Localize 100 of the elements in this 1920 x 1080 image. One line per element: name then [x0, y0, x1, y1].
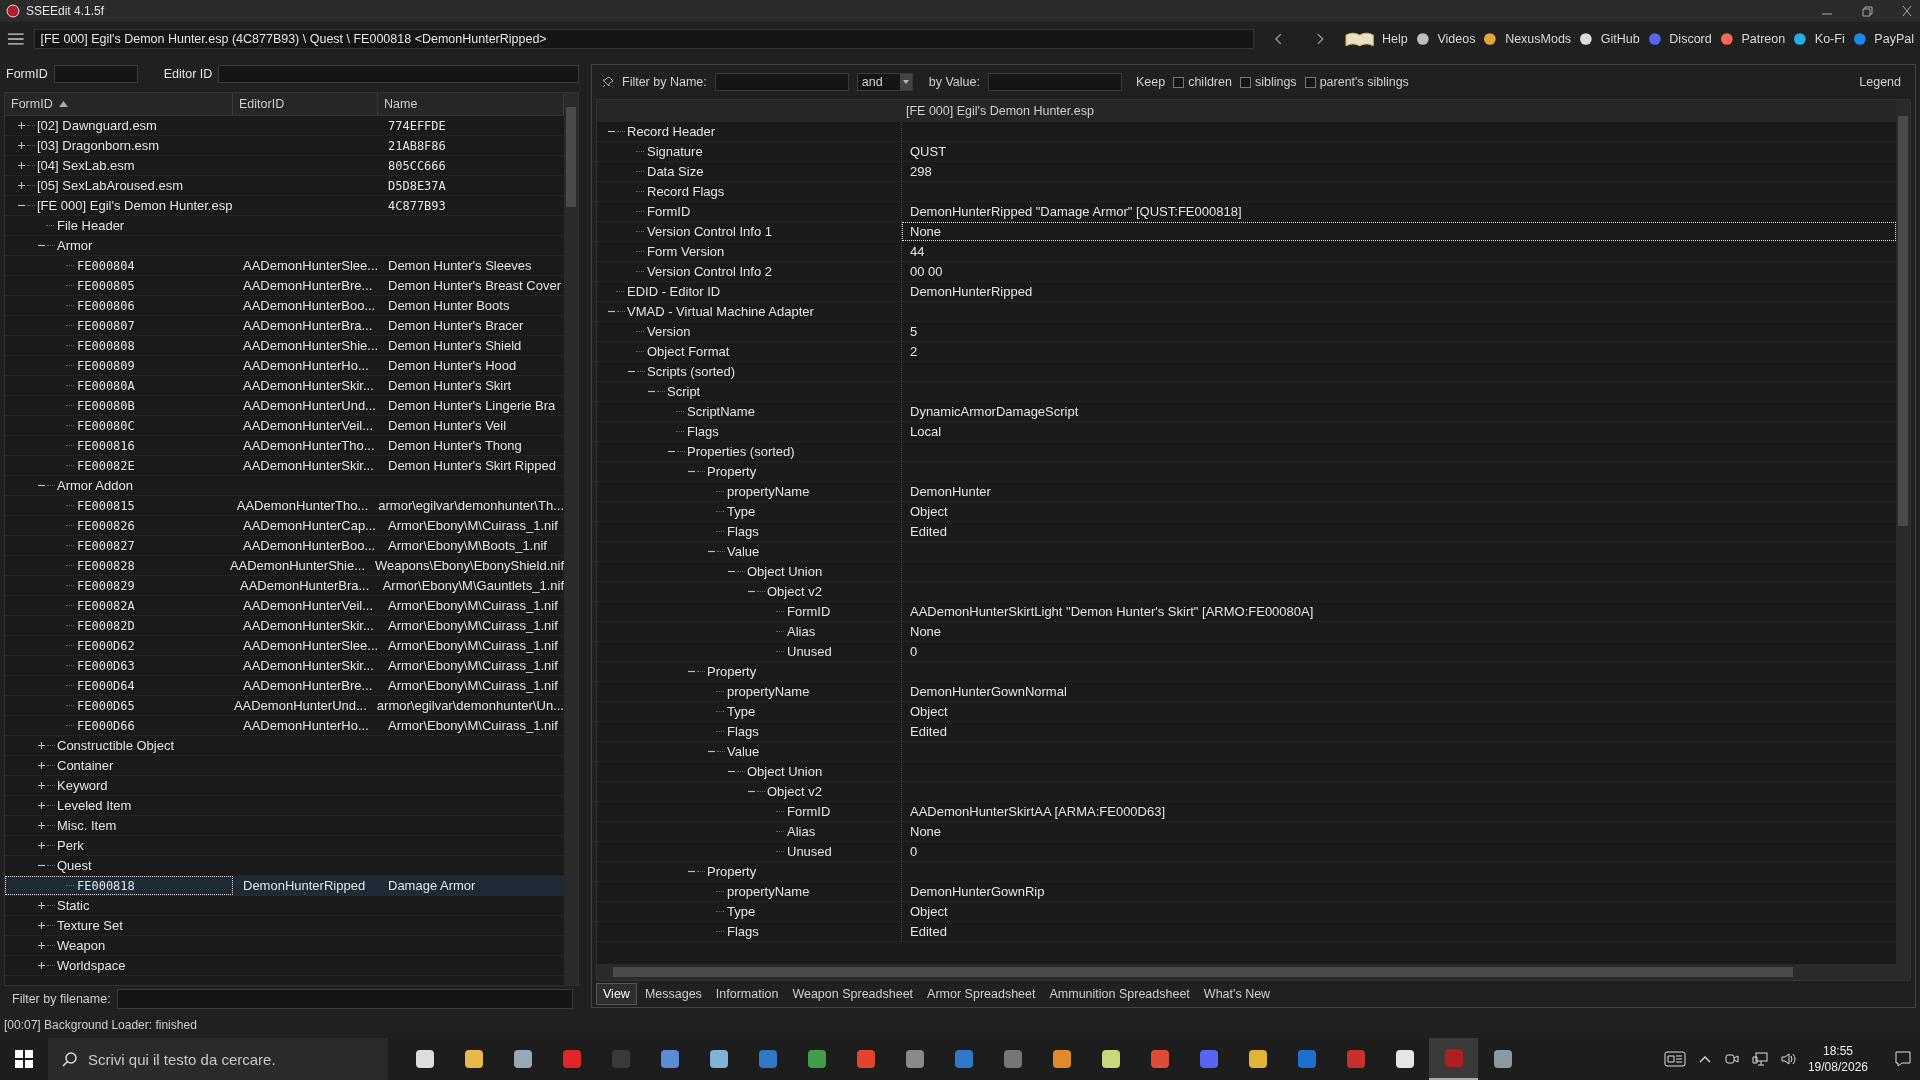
- plus-icon[interactable]: [37, 821, 46, 830]
- tree-row[interactable]: FE000806 AADemonHunterBoo... Demon Hunter Boots: [5, 296, 564, 316]
- tree-row[interactable]: Form Version 44: [597, 242, 1896, 262]
- tree-row[interactable]: FE00082A AADemonHunterVeil... Armor\Ebony\M\Cuirass_1.nif: [5, 596, 564, 616]
- tree-row[interactable]: Record Flags: [597, 182, 1896, 202]
- tree-row[interactable]: Constructible Object: [5, 736, 564, 756]
- filename-filter-field[interactable]: [116, 989, 573, 1009]
- network-icon[interactable]: [1751, 1051, 1768, 1067]
- chevron-up-icon[interactable]: [1697, 1054, 1712, 1064]
- plus-icon[interactable]: [37, 921, 46, 930]
- tree-row[interactable]: VMAD - Virtual Machine Adapter: [597, 302, 1896, 322]
- tree-row[interactable]: File Header: [5, 216, 564, 236]
- tree-row[interactable]: Record Header: [597, 122, 1896, 142]
- toolbar-link[interactable]: Help: [1382, 32, 1408, 46]
- tree-row[interactable]: [05] SexLabAroused.esm D5D8E37A: [5, 176, 564, 196]
- plus-icon[interactable]: [37, 961, 46, 970]
- tree-row[interactable]: Leveled Item: [5, 796, 564, 816]
- scrollbar[interactable]: [1896, 100, 1910, 964]
- plus-icon[interactable]: [37, 801, 46, 810]
- toolbar-link[interactable]: Ko-Fi: [1814, 32, 1845, 46]
- tree-row[interactable]: Properties (sorted): [597, 442, 1896, 462]
- scrollbar[interactable]: [564, 93, 578, 985]
- menu-icon[interactable]: [6, 31, 26, 47]
- column-header[interactable]: FormID: [5, 93, 233, 115]
- editor-id-field[interactable]: [218, 65, 579, 83]
- tab[interactable]: Information: [709, 984, 785, 1004]
- tree-row[interactable]: Perk: [5, 836, 564, 856]
- tree-row[interactable]: propertyName DemonHunter: [597, 482, 1896, 502]
- tree-row[interactable]: Signature QUST: [597, 142, 1896, 162]
- tree-row[interactable]: FE000D64 AADemonHunterBre... Armor\Ebony\M\Cuirass_1.nif: [5, 676, 564, 696]
- tree-row[interactable]: FormID AADemonHunterSkirtAA [ARMA:FE000D63]: [597, 802, 1896, 822]
- checkbox[interactable]: [1173, 76, 1185, 88]
- checkbox-label[interactable]: parent's siblings: [1319, 75, 1409, 89]
- tree-row[interactable]: Version 5: [597, 322, 1896, 342]
- value-filter-field[interactable]: [987, 73, 1122, 91]
- windows-icon[interactable]: [15, 1050, 33, 1068]
- tree-row[interactable]: FE000816 AADemonHunterTho... Demon Hunter's Thong: [5, 436, 564, 456]
- plus-icon[interactable]: [37, 761, 46, 770]
- plus-icon[interactable]: [37, 841, 46, 850]
- pin-icon[interactable]: [602, 76, 614, 88]
- toolbar-link[interactable]: PayPal: [1874, 32, 1914, 46]
- checkbox-label[interactable]: children: [1188, 75, 1232, 89]
- tree-row[interactable]: Flags Edited: [597, 722, 1896, 742]
- tree-row[interactable]: FE000828 AADemonHunterShie... Weapons\Ebony\EbonyShield.nif: [5, 556, 564, 576]
- tree-row[interactable]: Object v2: [597, 782, 1896, 802]
- volume-icon[interactable]: [1779, 1051, 1796, 1067]
- tree-row[interactable]: Property: [597, 662, 1896, 682]
- tree-row[interactable]: FormID AADemonHunterSkirtLight "Demon Hunter's Skirt" [ARMO:FE00080A]: [597, 602, 1896, 622]
- tree-row[interactable]: [FE 000] Egil's Demon Hunter.esp 4C877B93: [5, 196, 564, 216]
- tree-row[interactable]: Object Union: [597, 562, 1896, 582]
- checkbox-label[interactable]: siblings: [1254, 75, 1297, 89]
- tree-row[interactable]: FE000D66 AADemonHunterHo... Armor\Ebony\M\Cuirass_1.nif: [5, 716, 564, 736]
- tree-row[interactable]: Misc. Item: [5, 816, 564, 836]
- tree-row[interactable]: FE000807 AADemonHunterBra... Demon Hunter's Bracer: [5, 316, 564, 336]
- tree-row[interactable]: FE000D63 AADemonHunterSkir... Armor\Ebony\M\Cuirass_1.nif: [5, 656, 564, 676]
- plus-icon[interactable]: [17, 181, 26, 190]
- tree-row[interactable]: FE00080B AADemonHunterUnd... Demon Hunter's Lingerie Bra: [5, 396, 564, 416]
- plus-icon[interactable]: [37, 781, 46, 790]
- tree-row[interactable]: propertyName DemonHunterGownRip: [597, 882, 1896, 902]
- tree-row[interactable]: FE000829 AADemonHunterBra... Armor\Ebony\M\Gauntlets_1.nif: [5, 576, 564, 596]
- tree-row[interactable]: Container: [5, 756, 564, 776]
- form-id-field[interactable]: [53, 65, 138, 83]
- tree-row[interactable]: Alias None: [597, 622, 1896, 642]
- tree-row[interactable]: FE000827 AADemonHunterBoo... Armor\Ebony\M\Boots_1.nif: [5, 536, 564, 556]
- plus-icon[interactable]: [17, 121, 26, 130]
- path-field[interactable]: [FE 000] Egil's Demon Hunter.esp (4C877B93) \ Quest \ FE000818 <DemonHunterRipped>: [33, 29, 1254, 49]
- restore-icon[interactable]: [1860, 5, 1874, 17]
- clock-date[interactable]: 19/08/2026: [1807, 1059, 1868, 1075]
- plus-icon[interactable]: [37, 941, 46, 950]
- tree-row[interactable]: FE00082D AADemonHunterSkir... Armor\Ebony\M\Cuirass_1.nif: [5, 616, 564, 636]
- tree-row[interactable]: Unused 0: [597, 842, 1896, 862]
- toolbar-link[interactable]: NexusMods: [1505, 32, 1572, 46]
- tree-row[interactable]: Type Object: [597, 902, 1896, 922]
- tree-row[interactable]: Flags Edited: [597, 922, 1896, 942]
- tree-row[interactable]: FE000804 AADemonHunterSlee... Demon Hunter's Sleeves: [5, 256, 564, 276]
- tree-row[interactable]: Property: [597, 862, 1896, 882]
- tree-row[interactable]: FE000808 AADemonHunterShie... Demon Hunter's Shield: [5, 336, 564, 356]
- tree-row[interactable]: Object Union: [597, 762, 1896, 782]
- tab[interactable]: Weapon Spreadsheet: [786, 984, 920, 1004]
- camera-icon[interactable]: [1723, 1051, 1740, 1067]
- tree-row[interactable]: FE000D62 AADemonHunterSlee... Armor\Ebony\M\Cuirass_1.nif: [5, 636, 564, 656]
- plus-icon[interactable]: [17, 141, 26, 150]
- column-header[interactable]: EditorID: [233, 93, 378, 115]
- plus-icon[interactable]: [37, 901, 46, 910]
- tab[interactable]: Ammunition Spreadsheet: [1043, 984, 1196, 1004]
- tree-row[interactable]: [02] Dawnguard.esm 774EFFDE: [5, 116, 564, 136]
- tree-row[interactable]: Version Control Info 2 00 00: [597, 262, 1896, 282]
- tree-row[interactable]: FE000826 AADemonHunterCap... Armor\Ebony\M\Cuirass_1.nif: [5, 516, 564, 536]
- tree-row[interactable]: Armor Addon: [5, 476, 564, 496]
- tree-row[interactable]: Object Format 2: [597, 342, 1896, 362]
- tree-row[interactable]: FE000809 AADemonHunterHo... Demon Hunter's Hood: [5, 356, 564, 376]
- tree-row[interactable]: propertyName DemonHunterGownNormal: [597, 682, 1896, 702]
- tab[interactable]: Armor Spreadsheet: [921, 984, 1042, 1004]
- tree-row[interactable]: FE00082E AADemonHunterSkir... Demon Hunter's Skirt Ripped: [5, 456, 564, 476]
- tree-row[interactable]: FE000815 AADemonHunterTho... armor\egilvar\demonhunter\Th...: [5, 496, 564, 516]
- tree-row[interactable]: Flags Local: [597, 422, 1896, 442]
- tree-row[interactable]: Keyword: [5, 776, 564, 796]
- toolbar-link[interactable]: Patreon: [1741, 32, 1786, 46]
- tree-row[interactable]: Flags Edited: [597, 522, 1896, 542]
- tree-row[interactable]: Unused 0: [597, 642, 1896, 662]
